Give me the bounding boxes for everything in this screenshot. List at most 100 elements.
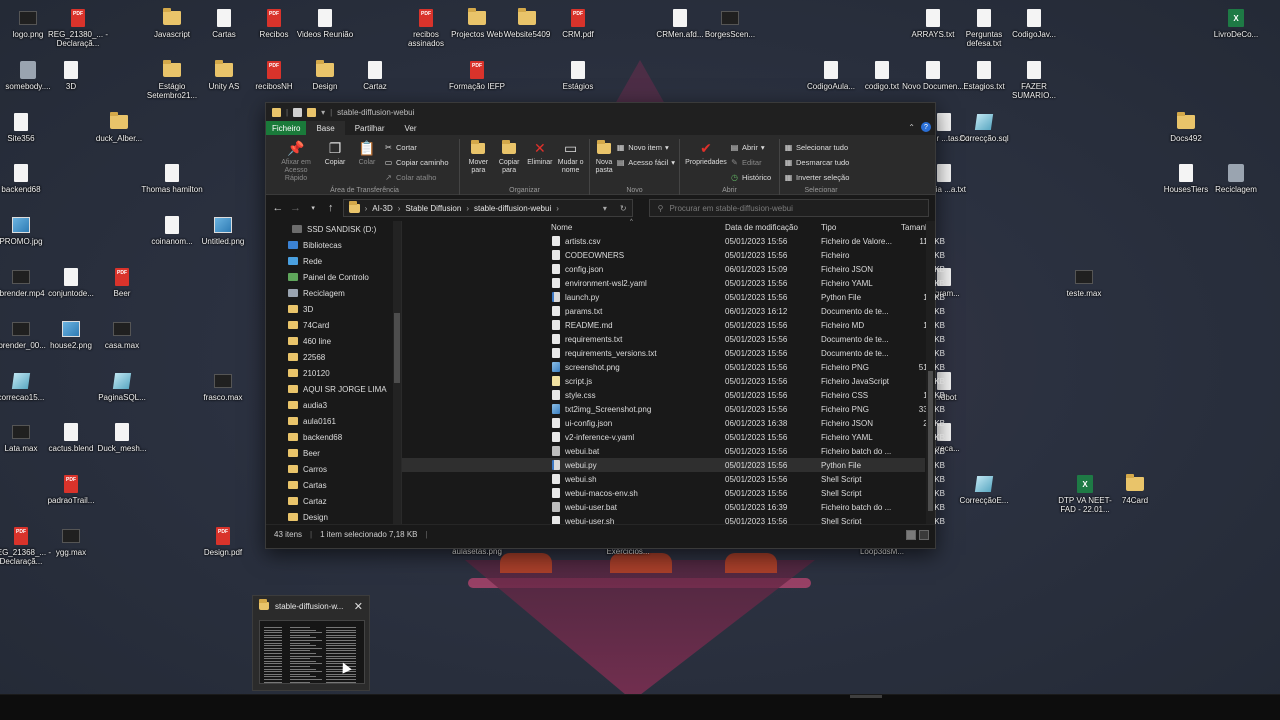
desktop-icon[interactable]: 74Card (1103, 474, 1167, 505)
nav-item[interactable]: aula0161 (266, 413, 401, 429)
file-row[interactable]: ui-config.json 06/01/2023 16:38 Ficheiro J… (402, 416, 945, 430)
nav-item[interactable]: 22568 (266, 349, 401, 365)
new-folder-quick-icon[interactable] (307, 107, 317, 117)
column-name[interactable]: Nome (551, 223, 572, 232)
nav-item[interactable]: 210120 (266, 365, 401, 381)
desktop-icon[interactable]: CodigoJav... (1002, 8, 1066, 39)
nav-item[interactable]: Painel de Controlo (266, 269, 401, 285)
desktop-icon[interactable]: X LivroDeCo... (1204, 8, 1268, 39)
desktop-icon[interactable]: PaginaSQL... (90, 371, 154, 402)
tab-share[interactable]: Partilhar (345, 121, 395, 135)
address-bar[interactable]: › AI-3D › Stable Diffusion › stable-diff… (342, 199, 633, 217)
desktop-icon[interactable]: Cartaz (343, 60, 407, 91)
copy-path-button[interactable]: ▭ Copiar caminho (384, 155, 449, 169)
breadcrumb-ai-3d[interactable]: AI-3D (372, 204, 392, 213)
desktop-icon[interactable]: FAZER SUMARIO... (1002, 60, 1066, 100)
address-dropdown-icon[interactable]: ▾ (603, 204, 607, 213)
file-row[interactable]: params.txt 06/01/2023 16:12 Documento de t… (402, 304, 945, 318)
nav-item[interactable]: SSD SANDISK (D:) (266, 221, 401, 237)
file-explorer-window[interactable]: | ▾ | stable-diffusion-webui Ficheiro Ba… (265, 102, 945, 549)
nav-item[interactable]: Reciclagem (266, 285, 401, 301)
forward-arrow-icon[interactable]: → (290, 202, 302, 214)
file-row[interactable]: README.md 05/01/2023 15:56 Ficheiro MD 10 K… (402, 318, 945, 332)
column-date[interactable]: Data de modificação (725, 223, 798, 232)
breadcrumb-stable-diffusion-webui[interactable]: stable-diffusion-webui (474, 204, 551, 213)
desktop-icon[interactable]: PDF CRM.pdf (546, 8, 610, 39)
history-button[interactable]: ◷ Histórico (730, 170, 771, 184)
file-scrollbar-thumb[interactable] (928, 371, 933, 511)
desktop-icon[interactable]: Site356 (0, 112, 53, 143)
desktop-icon[interactable]: CorrecçãoE... (952, 474, 1016, 505)
file-row[interactable]: launch.py 05/01/2023 15:56 Python File 13 K… (402, 290, 945, 304)
desktop-icon[interactable]: Duck_mesh... (90, 422, 154, 453)
file-row[interactable]: config.json 06/01/2023 15:09 Ficheiro JSON… (402, 262, 945, 276)
nav-item[interactable]: Cartaz (266, 493, 401, 509)
desktop-icon[interactable]: frasco.max (191, 371, 255, 402)
taskbar-window-preview[interactable]: stable-diffusion-w... ✕ (252, 595, 370, 691)
refresh-icon[interactable]: ↻ (620, 204, 627, 213)
details-view-icon[interactable] (906, 530, 916, 540)
help-icon[interactable]: ? (921, 122, 931, 132)
desktop-icon[interactable]: Reciclagem (1204, 163, 1268, 194)
close-icon[interactable]: ✕ (354, 600, 363, 613)
desktop-icon[interactable]: duck_Alber... (87, 112, 151, 143)
desktop-icon[interactable]: backend68 (0, 163, 53, 194)
file-row[interactable]: style.css 05/01/2023 15:56 Ficheiro CSS 14 … (402, 388, 945, 402)
tab-view[interactable]: Ver (394, 121, 426, 135)
preview-thumbnail[interactable] (259, 620, 365, 684)
desktop-icon[interactable]: Estágios (546, 60, 610, 91)
file-row[interactable]: v2-inference-v.yaml 05/01/2023 15:56 Fiche… (402, 430, 945, 444)
file-scrollbar[interactable] (926, 221, 935, 524)
large-icons-view-icon[interactable] (919, 530, 929, 540)
file-row[interactable]: requirements.txt 05/01/2023 15:56 Document… (402, 332, 945, 346)
nav-scrollbar-thumb[interactable] (394, 313, 400, 383)
desktop-icon[interactable]: Untitled.png (191, 215, 255, 246)
file-row[interactable]: script.js 05/01/2023 15:56 Ficheiro JavaSc… (402, 374, 945, 388)
recent-locations-icon[interactable]: ▾ (307, 204, 319, 212)
desktop-icon[interactable]: Videos Reunião (293, 8, 357, 39)
desktop-icon[interactable]: PROMO.jpg (0, 215, 53, 246)
file-row[interactable]: webui-macos-env.sh 05/01/2023 15:56 Shell … (402, 486, 945, 500)
file-row[interactable]: txt2img_Screenshot.png 05/01/2023 15:56 Fi… (402, 402, 945, 416)
nav-item[interactable]: Beer (266, 445, 401, 461)
breadcrumb-stable-diffusion[interactable]: Stable Diffusion (405, 204, 461, 213)
file-row[interactable]: screenshot.png 05/01/2023 15:56 Ficheiro P… (402, 360, 945, 374)
column-type[interactable]: Tipo (821, 223, 836, 232)
nav-item[interactable]: 74Card (266, 317, 401, 333)
file-row[interactable]: webui.py 05/01/2023 15:56 Python File 8 KB (402, 458, 945, 472)
nav-item[interactable]: 3D (266, 301, 401, 317)
desktop-icon[interactable]: ygg.max (39, 526, 103, 557)
search-box[interactable]: ⚲ Procurar em stable-diffusion-webui (648, 199, 929, 217)
nav-item[interactable]: Carros (266, 461, 401, 477)
file-row[interactable]: environment-wsl2.yaml 05/01/2023 15:56 Fic… (402, 276, 945, 290)
desktop-icon[interactable]: casa.max (90, 319, 154, 350)
file-row[interactable]: webui.sh 05/01/2023 15:56 Shell Script 5 KB (402, 472, 945, 486)
desktop-icon[interactable]: PDF padraoTrail... (39, 474, 103, 505)
desktop-icon[interactable]: teste.max (1052, 267, 1116, 298)
desktop-icon[interactable]: PDF REG_21380_... - Declaraçã... (46, 8, 110, 48)
desktop-icon[interactable]: 3D (39, 60, 103, 91)
file-row[interactable]: requirements_versions.txt 05/01/2023 15:5… (402, 346, 945, 360)
nav-item[interactable]: Bibliotecas (266, 237, 401, 253)
nav-item[interactable]: 460 line (266, 333, 401, 349)
nav-item[interactable]: Cartas (266, 477, 401, 493)
collapse-ribbon-icon[interactable]: ⌃ (908, 123, 915, 132)
navigation-pane[interactable]: SSD SANDISK (D:) Bibliotecas Rede Painel de… (266, 221, 402, 524)
search-input[interactable]: Procurar em stable-diffusion-webui (669, 204, 792, 213)
desktop-icon[interactable]: correcao15... (0, 371, 53, 402)
properties-quick-icon[interactable] (293, 107, 303, 117)
select-all-button[interactable]: ▦ Selecionar tudo (784, 140, 849, 154)
file-list-pane[interactable]: ^ Nome Data de modificação Tipo Tamanho … (402, 219, 945, 526)
nav-scrollbar[interactable] (393, 221, 401, 524)
desktop-icon[interactable]: PDF Design.pdf (191, 526, 255, 557)
desktop-icon[interactable]: BorgesScen... (698, 8, 762, 39)
tab-home[interactable]: Base (306, 121, 345, 135)
desktop-icon[interactable]: PDF Beer (90, 267, 154, 298)
paste-shortcut-button[interactable]: ↗ Colar atalho (384, 170, 449, 184)
file-row[interactable]: CODEOWNERS 05/01/2023 15:56 Ficheiro 1 KB (402, 248, 945, 262)
desktop-icon[interactable]: Thomas hamilton (140, 163, 204, 194)
invert-selection-button[interactable]: ▦ Inverter seleção (784, 170, 850, 184)
nav-item[interactable]: audia3 (266, 397, 401, 413)
title-bar[interactable]: | ▾ | stable-diffusion-webui (266, 103, 935, 121)
edit-button[interactable]: ✎ Editar (730, 155, 771, 169)
